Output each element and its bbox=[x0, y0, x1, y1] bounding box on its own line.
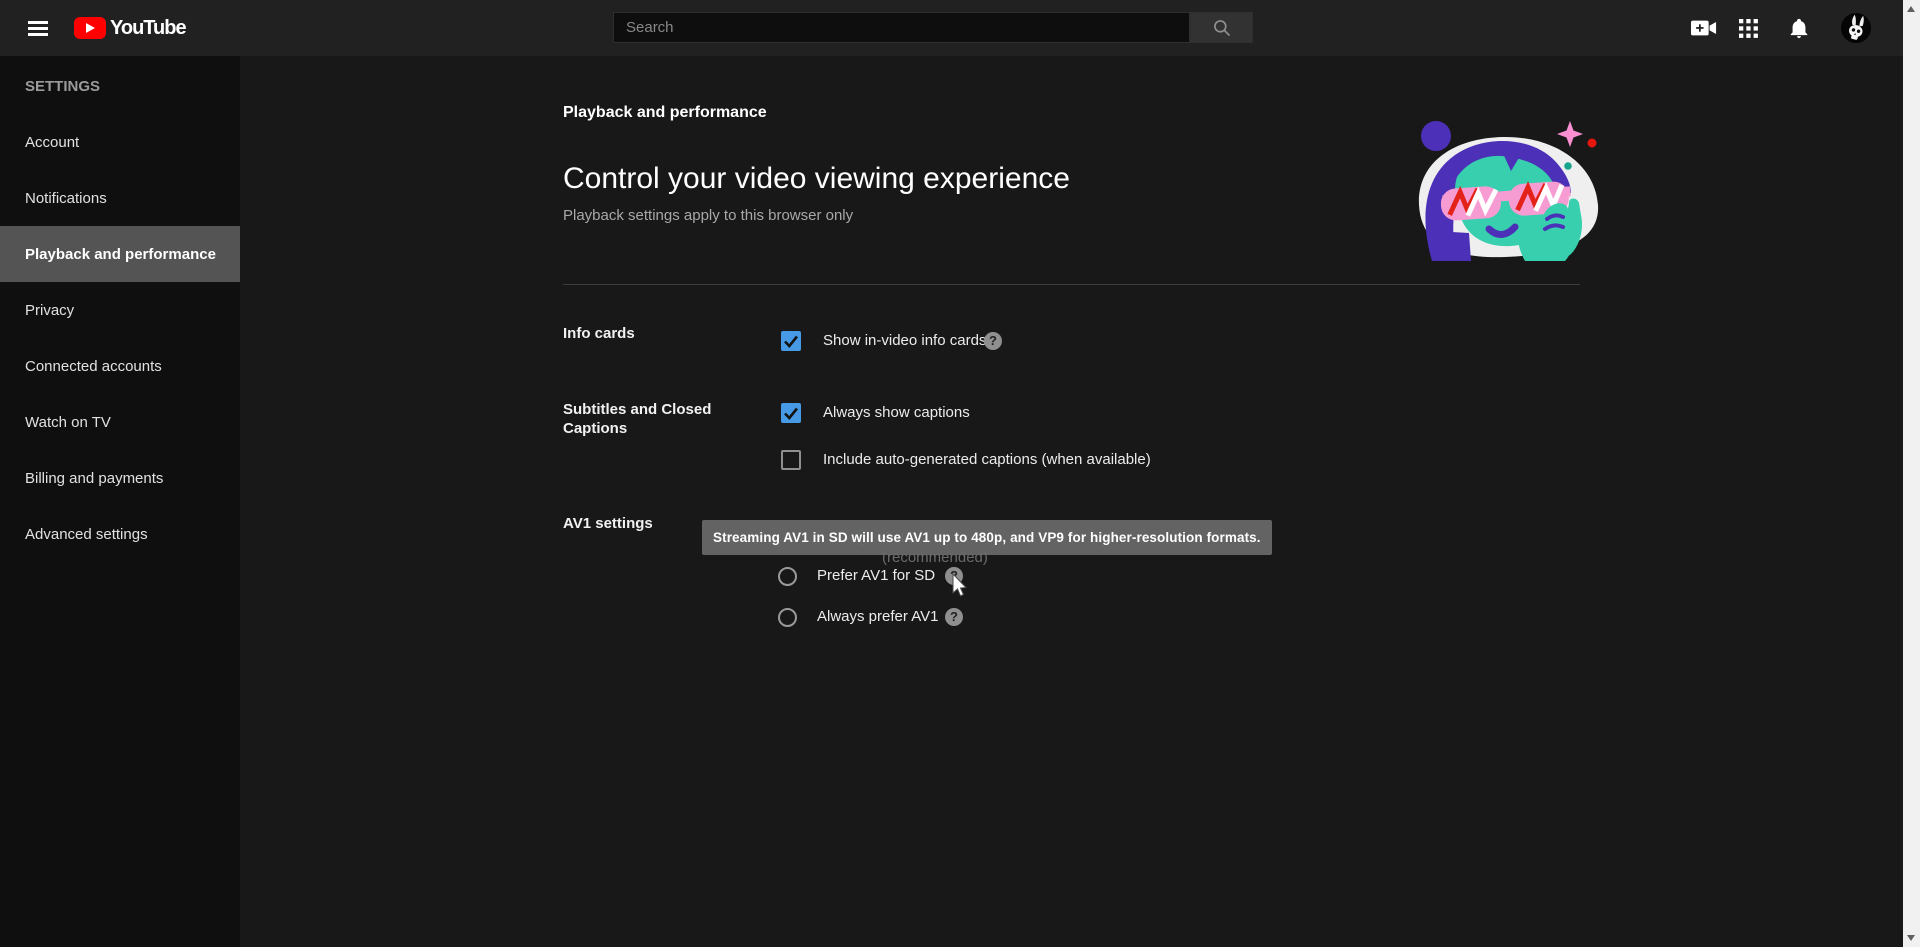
masthead: YouTube bbox=[0, 0, 1920, 56]
settings-illustration bbox=[1405, 113, 1605, 269]
scrollbar-up-arrow[interactable] bbox=[1907, 6, 1915, 12]
checkmark-icon bbox=[781, 331, 801, 351]
menu-bar bbox=[28, 21, 48, 24]
mouse-cursor bbox=[948, 572, 968, 605]
always-show-captions-label: Always show captions bbox=[823, 403, 970, 423]
include-auto-generated-captions-label: Include auto-generated captions (when av… bbox=[823, 450, 1151, 470]
create-video-icon[interactable] bbox=[1691, 16, 1717, 40]
menu-bar bbox=[28, 33, 48, 36]
sidebar-item-playback-and-performance[interactable]: Playback and performance bbox=[0, 226, 240, 282]
sidebar-item-advanced-settings[interactable]: Advanced settings bbox=[0, 506, 240, 562]
hero-subtitle: Playback settings apply to this browser … bbox=[563, 207, 853, 224]
av1-settings-label: AV1 settings bbox=[563, 514, 653, 533]
search-icon bbox=[1212, 18, 1232, 38]
settings-sidebar: SETTINGS Account Notifications Playback … bbox=[0, 56, 240, 947]
show-in-video-info-cards-checkbox[interactable] bbox=[781, 331, 801, 351]
sidebar-item-watch-on-tv[interactable]: Watch on TV bbox=[0, 394, 240, 450]
info-cards-label: Info cards bbox=[563, 324, 635, 343]
prefer-av1-for-sd-label: Prefer AV1 for SD bbox=[817, 566, 935, 586]
avatar[interactable] bbox=[1841, 13, 1871, 43]
youtube-logo[interactable]: YouTube bbox=[74, 16, 186, 40]
checkmark-icon bbox=[781, 403, 801, 423]
sidebar-item-privacy[interactable]: Privacy bbox=[0, 282, 240, 338]
av1-tooltip: Streaming AV1 in SD will use AV1 up to 4… bbox=[702, 520, 1272, 555]
always-show-captions-checkbox[interactable] bbox=[781, 403, 801, 423]
skull-avatar-image bbox=[1841, 13, 1871, 43]
show-in-video-info-cards-label: Show in-video info cards bbox=[823, 331, 986, 351]
hero-title: Control your video viewing experience bbox=[563, 162, 1070, 196]
info-cards-help-icon[interactable]: ? bbox=[984, 332, 1002, 350]
apps-grid-icon[interactable] bbox=[1735, 16, 1761, 40]
sidebar-item-billing-and-payments[interactable]: Billing and payments bbox=[0, 450, 240, 506]
scrollbar-down-arrow[interactable] bbox=[1907, 935, 1915, 941]
sidebar-header: SETTINGS bbox=[0, 58, 240, 114]
search-box bbox=[613, 12, 1190, 43]
menu-bar bbox=[28, 27, 48, 30]
search-input[interactable] bbox=[614, 13, 1189, 42]
search-button[interactable] bbox=[1190, 12, 1253, 43]
page-title: Playback and performance bbox=[563, 104, 767, 122]
sidebar-item-connected-accounts[interactable]: Connected accounts bbox=[0, 338, 240, 394]
include-auto-generated-captions-checkbox[interactable] bbox=[781, 450, 801, 470]
sidebar-item-account[interactable]: Account bbox=[0, 114, 240, 170]
youtube-play-icon bbox=[74, 17, 106, 39]
menu-icon[interactable] bbox=[28, 21, 48, 36]
always-prefer-av1-label: Always prefer AV1 bbox=[817, 607, 938, 627]
prefer-av1-for-sd-radio[interactable] bbox=[778, 567, 797, 586]
always-prefer-av1-help-icon[interactable]: ? bbox=[945, 608, 963, 626]
page-scrollbar[interactable] bbox=[1903, 0, 1920, 947]
youtube-wordmark: YouTube bbox=[110, 17, 186, 40]
subtitles-label: Subtitles and Closed Captions bbox=[563, 400, 738, 438]
section-divider bbox=[563, 284, 1580, 285]
sidebar-item-notifications[interactable]: Notifications bbox=[0, 170, 240, 226]
notifications-bell-icon[interactable] bbox=[1786, 16, 1812, 40]
always-prefer-av1-radio[interactable] bbox=[778, 608, 797, 627]
